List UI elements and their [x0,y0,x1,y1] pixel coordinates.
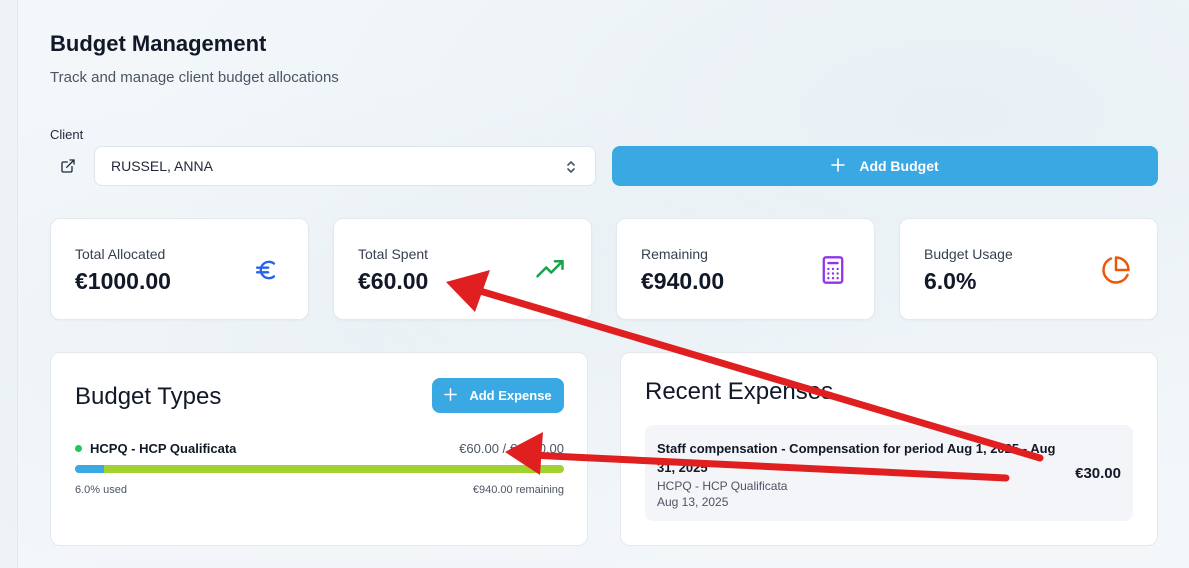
stat-value: 6.0% [924,268,977,294]
expense-item[interactable]: Staff compensation - Compensation for pe… [645,425,1133,521]
budget-types-panel: Budget Types Add Expense HCPQ - HCP Qual… [50,352,588,546]
stat-card-total-allocated: Total Allocated €1000.00 [50,218,309,320]
recent-expenses-panel: Recent Expenses Staff compensation - Com… [620,352,1158,546]
add-budget-button[interactable]: Add Budget [612,146,1158,186]
expense-description: Staff compensation - Compensation for pe… [657,441,1056,475]
plus-icon [831,157,846,175]
add-expense-label: Add Expense [469,388,552,403]
chevron-up-down-icon [565,158,577,179]
pie-chart-icon [1101,255,1131,285]
stat-label: Budget Usage [924,246,1013,262]
budget-remaining-text: €940.00 remaining [472,484,564,496]
trending-up-icon [535,255,565,285]
budget-used-text: 6.0% used [75,484,127,496]
add-budget-label: Add Budget [859,158,939,174]
expense-category: HCPQ - HCP Qualificata [657,479,788,493]
budget-type-row[interactable]: HCPQ - HCP Qualificata €60.00 / €1000.00… [75,441,564,496]
plus-icon [444,387,458,404]
page-title: Budget Management [50,31,267,56]
stat-value: €60.00 [358,268,429,294]
stat-value: €940.00 [641,268,725,294]
side-strip [0,0,18,568]
stat-label: Total Spent [358,246,429,262]
stat-value: €1000.00 [75,268,171,294]
expense-amount: €30.00 [1075,465,1121,482]
stat-card-budget-usage: Budget Usage 6.0% [899,218,1158,320]
page-subtitle: Track and manage client budget allocatio… [50,69,339,86]
stat-label: Total Allocated [75,246,166,262]
client-select[interactable]: RUSSEL, ANNA [94,146,596,186]
stat-label: Remaining [641,246,708,262]
budget-type-amount: €60.00 / €1000.00 [459,441,564,456]
recent-expenses-title: Recent Expenses [645,378,834,405]
expense-date: Aug 13, 2025 [657,495,729,509]
client-select-value: RUSSEL, ANNA [111,158,213,174]
budget-type-name: HCPQ - HCP Qualificata [90,441,237,456]
external-link-icon[interactable] [58,156,78,176]
add-expense-button[interactable]: Add Expense [432,378,564,413]
calculator-icon [818,255,848,285]
budget-progress-fill [75,465,105,473]
stat-card-remaining: Remaining €940.00 [616,218,875,320]
budget-progress-bar [75,465,564,473]
status-dot [75,445,82,452]
budget-types-title: Budget Types [75,383,222,410]
euro-icon [252,255,282,285]
client-label: Client [50,127,84,142]
stat-card-total-spent: Total Spent €60.00 [333,218,592,320]
